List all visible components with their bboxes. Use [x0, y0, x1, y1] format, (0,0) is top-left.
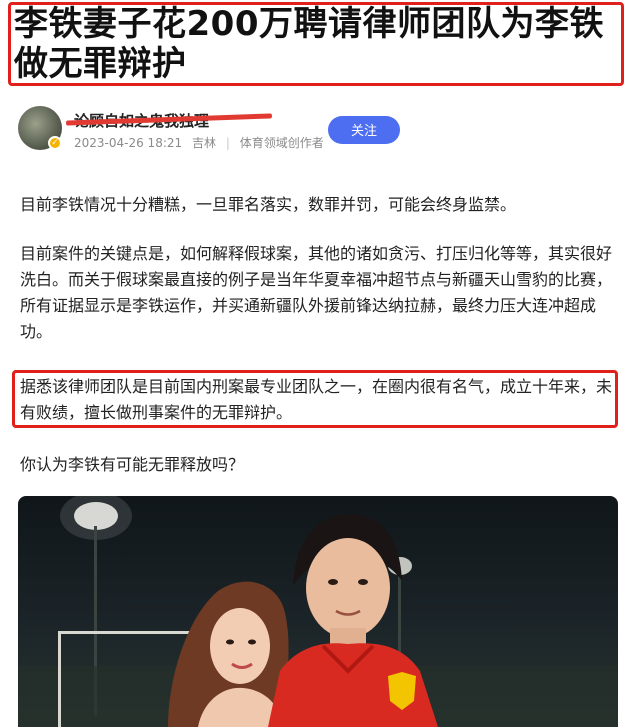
woman-figure — [168, 581, 289, 727]
meta-divider: | — [225, 136, 230, 150]
follow-button[interactable]: 关注 — [328, 116, 400, 144]
author-row: ✓ 论顾自如之鬼我独理 2023-04-26 18:21 吉林 | 体育领域创作… — [18, 104, 618, 156]
paragraph-3: 据悉该律师团队是目前国内刑案最专业团队之一，在圈内很有名气，成立十年来，未有败绩… — [20, 377, 613, 422]
paragraph-1: 目前李铁情况十分糟糕，一旦罪名落实，数罪并罚，可能会终身监禁。 — [20, 195, 517, 214]
article-photo[interactable] — [18, 496, 618, 727]
publish-date: 2023-04-26 18:21 — [74, 136, 183, 150]
paragraph-2: 目前案件的关键点是，如何解释假球案，其他的诸如贪污、打压归化等等，其实很好洗白。… — [20, 244, 613, 341]
publish-location: 吉林 — [191, 136, 216, 150]
paragraph-4: 你认为李铁有可能无罪释放吗？ — [20, 455, 245, 474]
man-figure — [268, 514, 438, 727]
article-title: 李铁妻子花200万聘请律师团队为李铁做无罪辩护 — [14, 4, 604, 84]
verified-badge-icon: ✓ — [48, 136, 62, 150]
photo-illustration — [18, 496, 618, 727]
author-tag: 体育领域创作者 — [239, 136, 324, 150]
author-meta: 2023-04-26 18:21 吉林 | 体育领域创作者 — [74, 134, 330, 151]
